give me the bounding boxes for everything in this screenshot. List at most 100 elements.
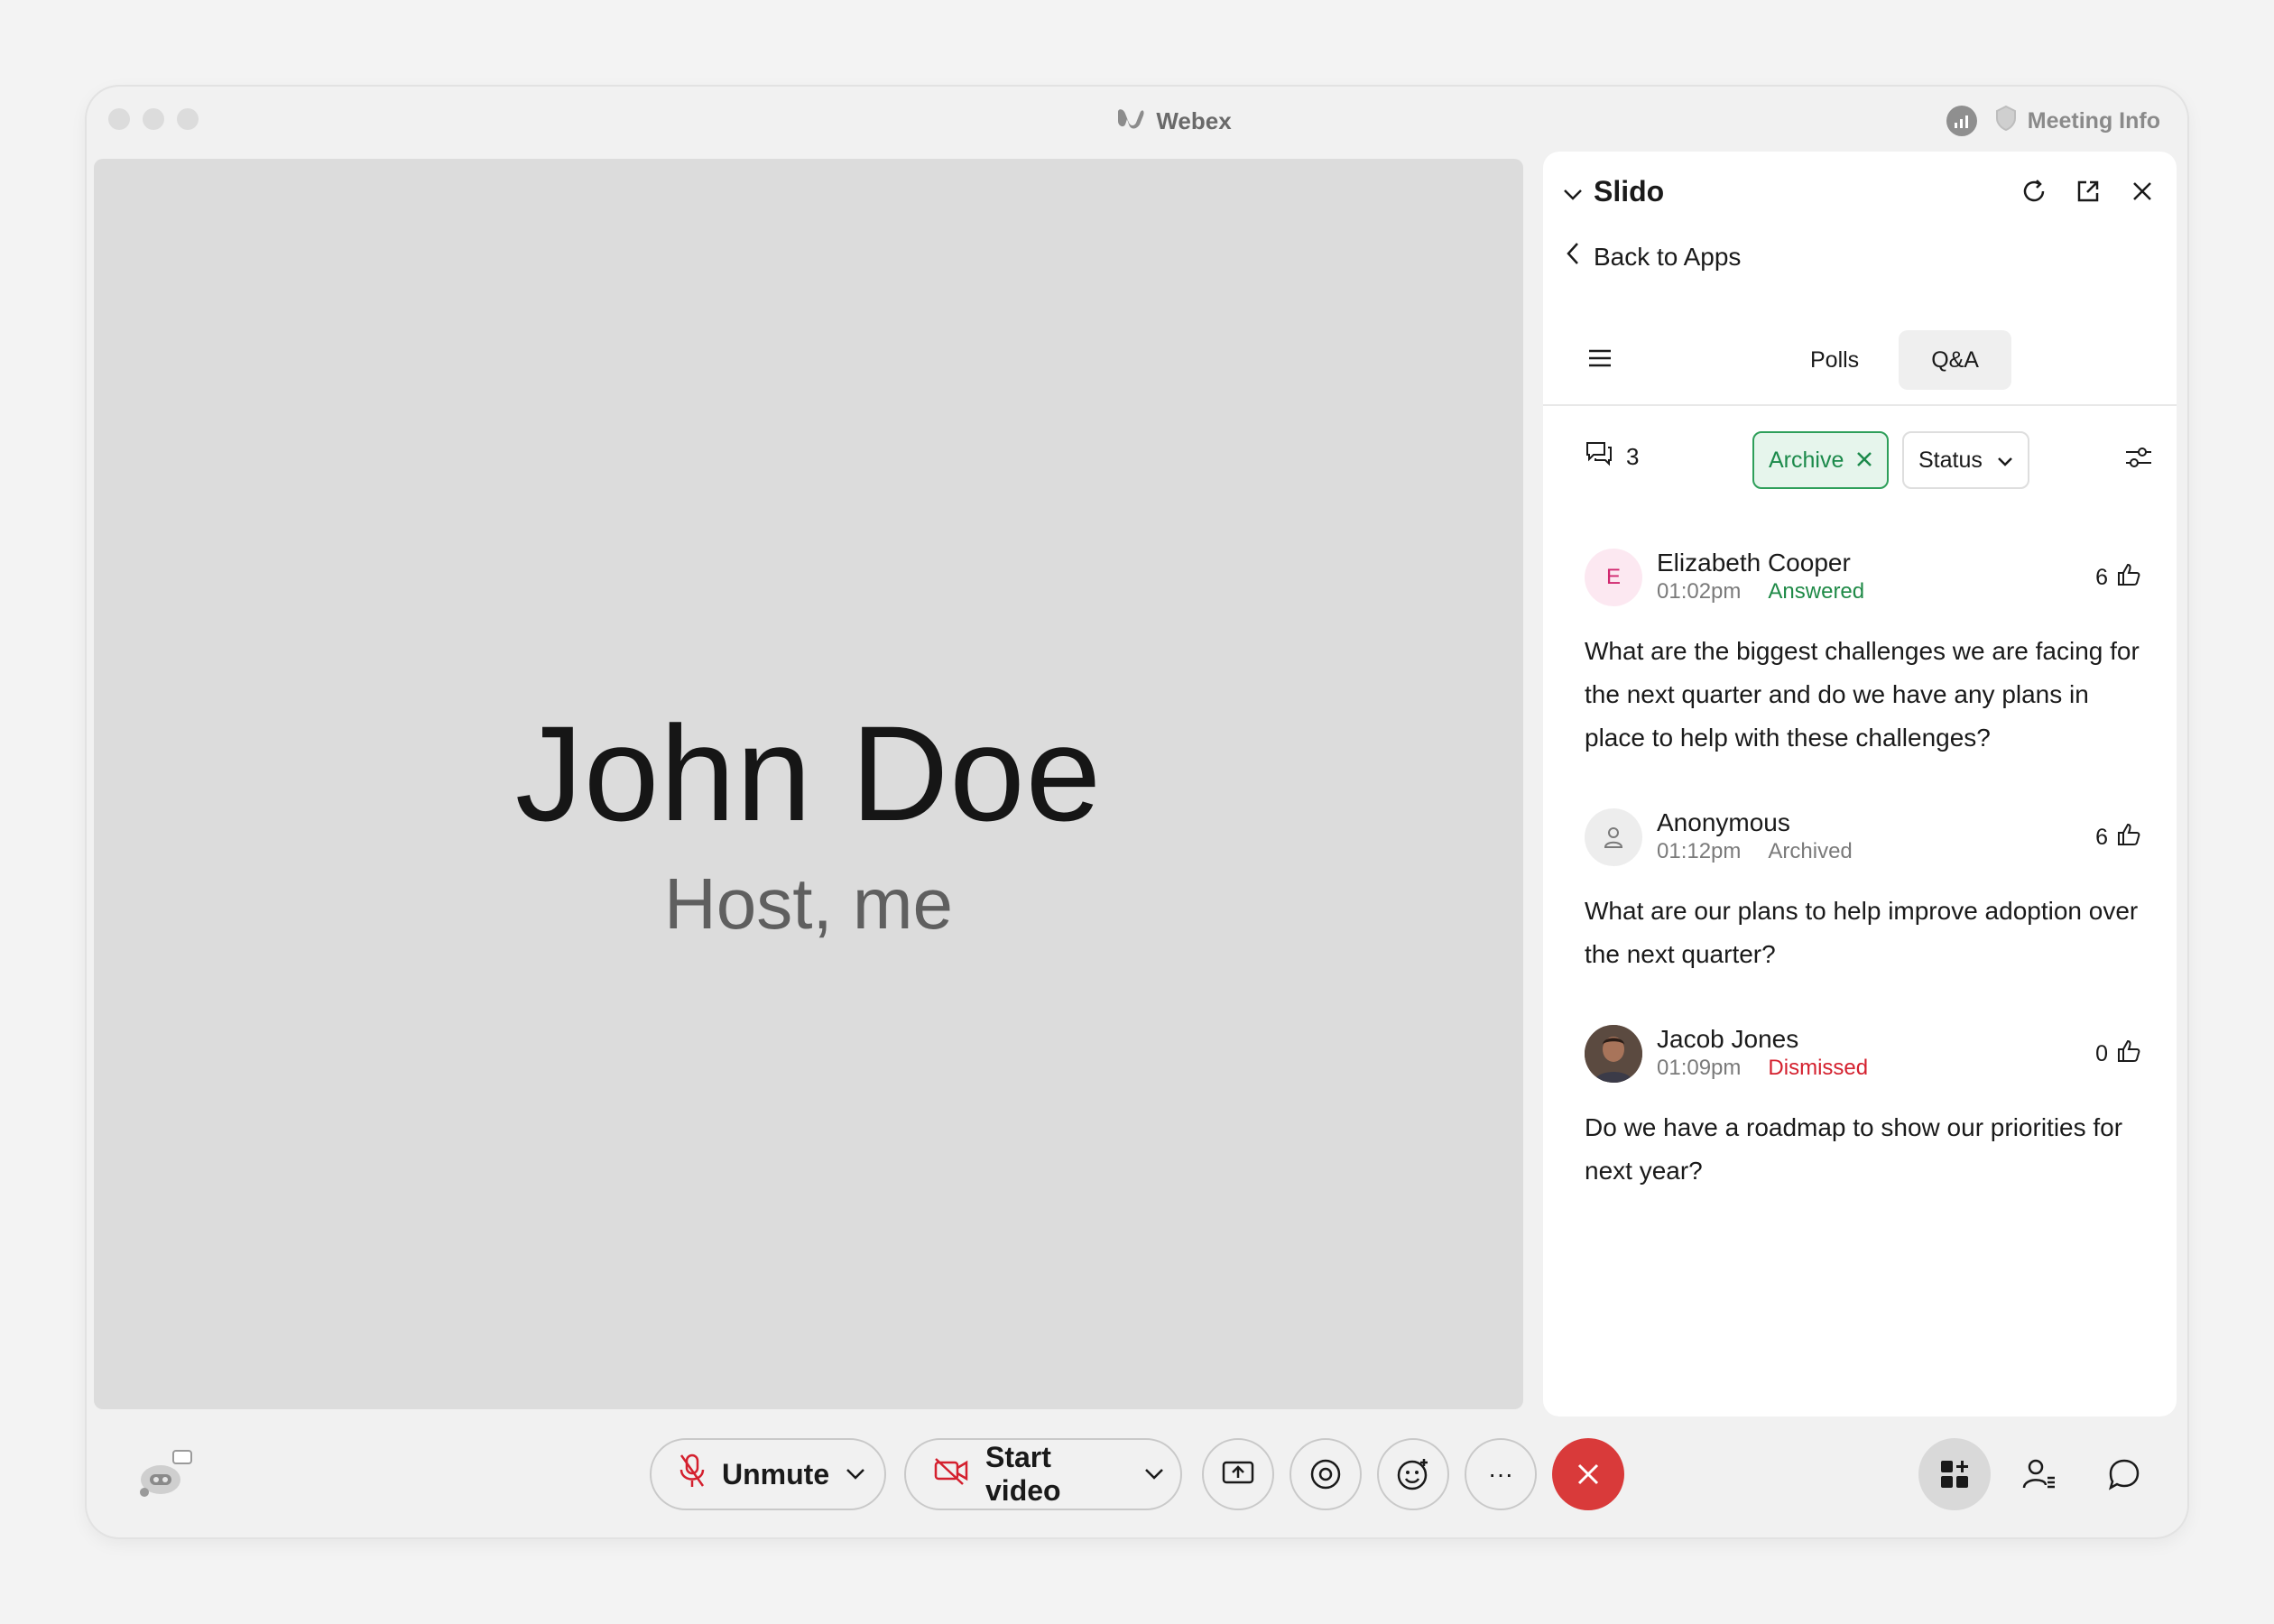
question-time: 01:12pm	[1657, 839, 1742, 863]
minimize-window-button[interactable]	[143, 108, 164, 130]
slido-collapse-toggle[interactable]: Slido	[1563, 175, 1664, 208]
chat-icon	[2108, 1459, 2140, 1490]
avatar	[1585, 808, 1642, 866]
network-stats-icon[interactable]	[1946, 106, 1977, 136]
sliders-icon	[2126, 448, 2151, 467]
pop-out-button[interactable]	[2074, 177, 2103, 206]
question-meta: 01:02pm Answered	[1657, 579, 1864, 604]
question-text: What are our plans to help improve adopt…	[1585, 897, 2139, 968]
hamburger-icon	[1589, 349, 1611, 367]
more-menu-button[interactable]: ···	[2173, 1438, 2187, 1510]
webex-logo-icon	[1116, 106, 1145, 136]
question-count-value: 3	[1626, 443, 1640, 470]
meeting-info[interactable]: Meeting Info	[1946, 101, 2160, 141]
chevron-left-icon	[1567, 242, 1579, 272]
question-item: Anonymous 01:12pm Archived 6 What are ou…	[1585, 808, 2140, 976]
record-button[interactable]	[1290, 1438, 1362, 1510]
meeting-info-button[interactable]: Meeting Info	[1995, 105, 2160, 137]
microphone-muted-icon	[679, 1453, 706, 1496]
chevron-down-icon	[1997, 448, 2013, 474]
close-window-button[interactable]	[108, 108, 130, 130]
comments-icon	[1585, 440, 1613, 474]
start-video-main[interactable]: Start video	[906, 1441, 1128, 1508]
start-video-button[interactable]: Start video	[904, 1438, 1182, 1510]
record-icon	[1310, 1459, 1341, 1490]
slido-title: Slido	[1594, 175, 1665, 208]
question-author: Elizabeth Cooper	[1657, 549, 1851, 577]
status-filter-dropdown[interactable]: Status	[1902, 431, 2029, 489]
camera-off-icon	[933, 1456, 969, 1492]
close-icon	[1577, 1463, 1599, 1485]
zoom-window-button[interactable]	[177, 108, 199, 130]
question-count: 3	[1585, 440, 1639, 474]
meeting-info-label: Meeting Info	[2027, 107, 2160, 134]
question-author: Jacob Jones	[1657, 1025, 1799, 1053]
tab-polls[interactable]: Polls	[1778, 330, 1891, 390]
meeting-controls: Unmute Start video ···	[87, 1435, 2187, 1516]
slido-header: Slido	[1543, 152, 2177, 242]
slido-tabs-row: Polls Q&A	[1543, 328, 2177, 401]
vote-count: 0	[2095, 1041, 2108, 1066]
status-badge: Dismissed	[1768, 1056, 1869, 1080]
upvote-button[interactable]: 0	[2095, 1039, 2140, 1069]
back-to-apps-link[interactable]: Back to Apps	[1567, 242, 1741, 272]
remove-filter-icon[interactable]	[1856, 448, 1872, 474]
status-badge: Archived	[1768, 839, 1853, 863]
filter-row: 3 Archive Status	[1543, 431, 2177, 489]
refresh-button[interactable]	[2020, 177, 2048, 206]
question-meta: 01:12pm Archived	[1657, 839, 1853, 864]
question-time: 01:09pm	[1657, 1056, 1742, 1080]
pop-out-icon	[2077, 180, 2099, 202]
shield-icon	[1995, 105, 2017, 137]
audio-options-chevron-icon[interactable]	[846, 1468, 882, 1481]
question-author: Anonymous	[1657, 808, 1790, 836]
share-screen-icon	[1222, 1461, 1254, 1484]
chat-button[interactable]	[2088, 1438, 2160, 1510]
webex-window: Webex Meeting Info John Doe Host, me Sli…	[87, 87, 2187, 1537]
participant-name: John Doe	[514, 697, 1103, 849]
question-item: E Elizabeth Cooper 01:02pm Answered 6 Wh…	[1585, 549, 2140, 760]
back-to-apps-label: Back to Apps	[1594, 242, 1742, 271]
question-header: Jacob Jones 01:09pm Dismissed 0	[1585, 1025, 2140, 1088]
question-text: Do we have a roadmap to show our priorit…	[1585, 1113, 2123, 1185]
ai-assistant-button[interactable]	[137, 1444, 195, 1501]
participant-role: Host, me	[663, 863, 954, 944]
apps-grid-icon	[1941, 1461, 1968, 1488]
unmute-button[interactable]: Unmute	[650, 1438, 886, 1510]
unmute-main[interactable]: Unmute	[652, 1453, 829, 1496]
user-photo-icon	[1585, 1025, 1642, 1083]
question-header: E Elizabeth Cooper 01:02pm Answered 6	[1585, 549, 2140, 612]
video-options-chevron-icon[interactable]	[1144, 1468, 1180, 1481]
share-screen-button[interactable]	[1202, 1438, 1274, 1510]
more-options-label: ···	[1488, 1460, 1513, 1488]
thumbs-up-icon	[2117, 563, 2140, 593]
end-call-button[interactable]	[1552, 1438, 1624, 1510]
question-item: Jacob Jones 01:09pm Dismissed 0 Do we ha…	[1585, 1025, 2140, 1193]
participants-button[interactable]	[2003, 1438, 2075, 1510]
video-stage: John Doe Host, me	[94, 159, 1523, 1409]
chevron-down-icon	[1563, 175, 1583, 208]
close-panel-button[interactable]	[2128, 177, 2157, 206]
upvote-button[interactable]: 6	[2095, 823, 2140, 853]
more-options-button[interactable]: ···	[1465, 1438, 1537, 1510]
question-header: Anonymous 01:12pm Archived 6	[1585, 808, 2140, 872]
archive-filter-label: Archive	[1769, 447, 1844, 473]
vote-count: 6	[2095, 825, 2108, 850]
tabs-divider	[1543, 404, 2177, 406]
archive-filter-chip[interactable]: Archive	[1752, 431, 1890, 489]
status-filter-label: Status	[1918, 447, 1983, 473]
reactions-button[interactable]	[1377, 1438, 1449, 1510]
filter-settings-button[interactable]	[2124, 444, 2153, 475]
tab-qa[interactable]: Q&A	[1899, 330, 2011, 390]
unmute-label: Unmute	[722, 1457, 830, 1490]
hamburger-menu-button[interactable]	[1588, 348, 1612, 373]
ai-assistant-icon	[140, 1450, 192, 1497]
title-bar: Webex Meeting Info	[87, 87, 2187, 155]
app-title-label: Webex	[1156, 106, 1232, 134]
participants-icon	[2022, 1459, 2055, 1489]
upvote-button[interactable]: 6	[2095, 563, 2140, 593]
thumbs-up-icon	[2117, 823, 2140, 853]
apps-button[interactable]	[1918, 1438, 1991, 1510]
close-icon	[2133, 182, 2151, 200]
slido-panel: Slido Back to Apps Polls Q&A 3 Archive S…	[1543, 152, 2177, 1416]
